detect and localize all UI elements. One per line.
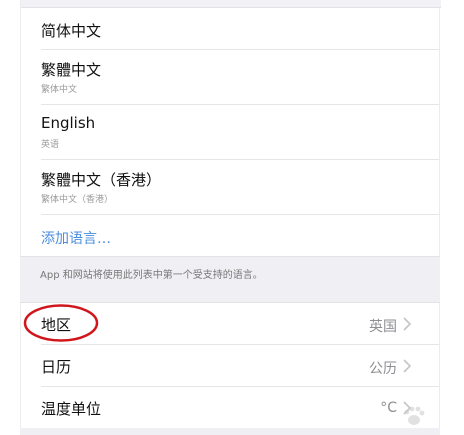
language-footer-note: App 和网站将使用此列表中第一个受支持的语言。 — [40, 270, 263, 281]
chevron-right-icon — [403, 317, 412, 331]
region-value: 英国 — [369, 319, 397, 335]
language-subtitle: 繁体中文 — [41, 85, 78, 95]
annotation-circle — [23, 304, 99, 342]
language-title: 繁體中文 — [41, 61, 102, 79]
region-row[interactable]: 地区 英国 — [41, 303, 439, 345]
language-region-screen: 简体中文 繁體中文 繁体中文 English 英语 繁體中文（香港） 繁体中文（… — [0, 0, 464, 435]
add-language-row[interactable]: 添加语言… — [41, 215, 439, 256]
temperature-unit-title: 温度单位 — [41, 400, 102, 418]
calendar-row[interactable]: 日历 公历 — [41, 345, 439, 387]
language-footer-band: App 和网站将使用此列表中第一个受支持的语言。 — [20, 256, 440, 303]
language-subtitle: 英语 — [41, 140, 60, 150]
language-row-simplified-chinese[interactable]: 简体中文 — [41, 8, 439, 50]
baidu-paw-icon — [404, 406, 425, 425]
language-subtitle: 繁体中文（香港） — [41, 195, 114, 205]
preferred-languages-group: 简体中文 繁體中文 繁体中文 English 英语 繁體中文（香港） 繁体中文（… — [20, 0, 441, 256]
language-title: 繁體中文（香港） — [41, 171, 162, 189]
calendar-value: 公历 — [369, 361, 397, 377]
language-title: English — [41, 114, 96, 132]
language-row-traditional-chinese[interactable]: 繁體中文 繁体中文 — [41, 50, 439, 105]
chevron-right-icon — [403, 359, 412, 373]
calendar-title: 日历 — [41, 358, 72, 376]
language-row-traditional-chinese-hong-kong[interactable]: 繁體中文（香港） 繁体中文（香港） — [41, 160, 439, 215]
group-top-edge — [21, 0, 441, 8]
language-title: 简体中文 — [41, 22, 102, 40]
language-row-english[interactable]: English 英语 — [41, 105, 439, 160]
add-language-link[interactable]: 添加语言… — [41, 228, 111, 248]
